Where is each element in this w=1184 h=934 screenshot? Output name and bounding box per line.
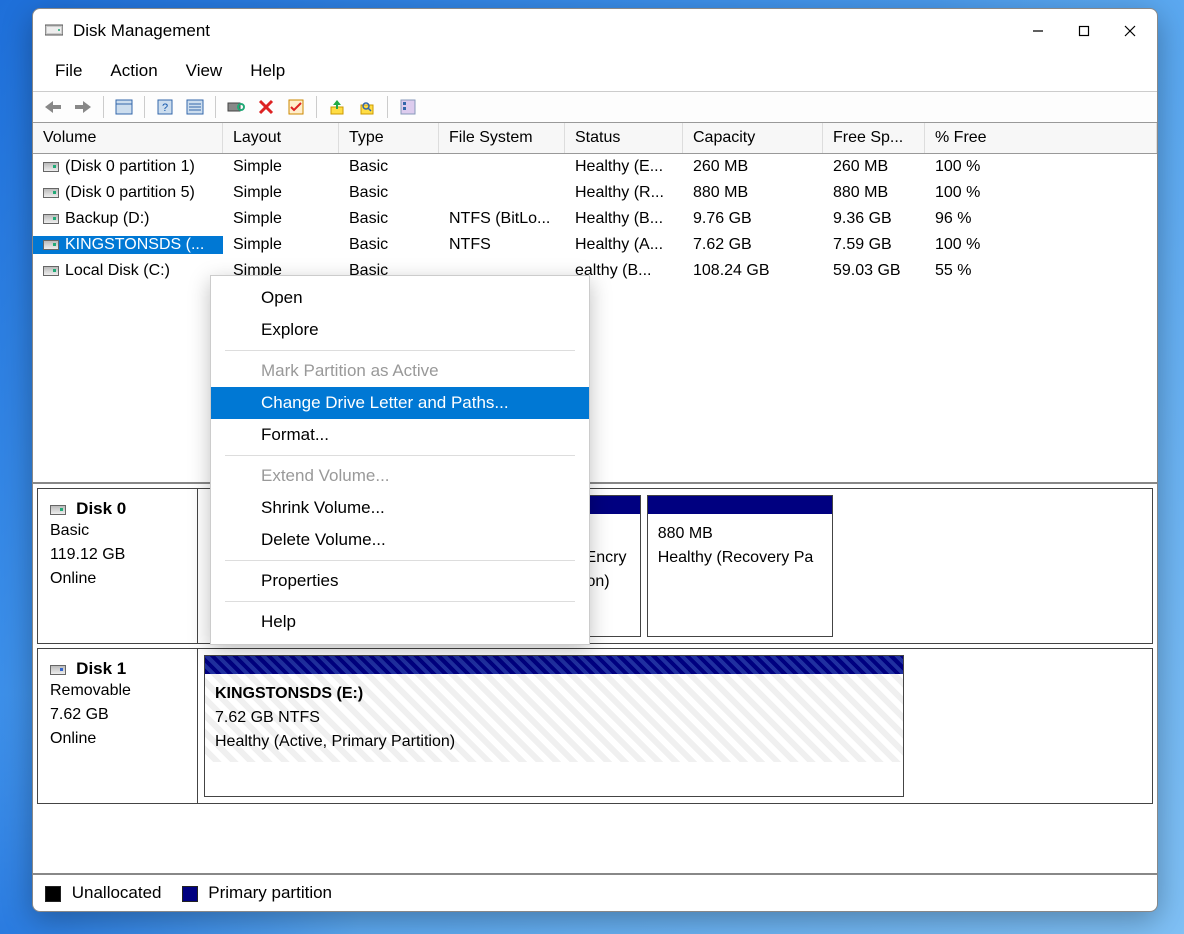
legend-primary: Primary partition bbox=[208, 883, 332, 902]
disk-1-state: Online bbox=[50, 727, 185, 751]
legend-unallocated-swatch bbox=[45, 886, 61, 902]
disk-0-size: 119.12 GB bbox=[50, 543, 185, 567]
col-pctfree[interactable]: % Free bbox=[925, 123, 1157, 153]
toolbar: ? bbox=[33, 91, 1157, 123]
help-icon[interactable]: ? bbox=[151, 94, 179, 120]
col-status[interactable]: Status bbox=[565, 123, 683, 153]
disk-1-row[interactable]: Disk 1 Removable 7.62 GB Online KINGSTON… bbox=[37, 648, 1153, 804]
close-button[interactable] bbox=[1107, 14, 1153, 48]
options-icon[interactable] bbox=[394, 94, 422, 120]
disk1-partition-kingston[interactable]: KINGSTONSDS (E:) 7.62 GB NTFS Healthy (A… bbox=[204, 655, 904, 797]
disk-0-name: Disk 0 bbox=[76, 499, 126, 518]
app-icon bbox=[45, 23, 63, 39]
kingston-title: KINGSTONSDS (E:) bbox=[215, 685, 363, 702]
menu-file[interactable]: File bbox=[41, 57, 96, 85]
volume-row[interactable]: (Disk 0 partition 1)SimpleBasicHealthy (… bbox=[33, 154, 1157, 180]
upload-icon[interactable] bbox=[323, 94, 351, 120]
ctx-mark-active: Mark Partition as Active bbox=[211, 355, 589, 387]
legend: Unallocated Primary partition bbox=[33, 873, 1157, 911]
col-free[interactable]: Free Sp... bbox=[823, 123, 925, 153]
legend-unallocated: Unallocated bbox=[72, 883, 162, 902]
ctx-change-drive-letter[interactable]: Change Drive Letter and Paths... bbox=[211, 387, 589, 419]
disk-0-row[interactable]: Disk 0 Basic 119.12 GB Online ncrypted) … bbox=[37, 488, 1153, 644]
disk-graphic-pane: Disk 0 Basic 119.12 GB Online ncrypted) … bbox=[33, 484, 1157, 873]
refresh-icon[interactable] bbox=[222, 94, 250, 120]
search-icon[interactable] bbox=[353, 94, 381, 120]
back-button[interactable] bbox=[39, 94, 67, 120]
ctx-help[interactable]: Help bbox=[211, 606, 589, 638]
disk-0-state: Online bbox=[50, 567, 185, 591]
disk-1-info: Disk 1 Removable 7.62 GB Online bbox=[38, 649, 198, 803]
svg-text:?: ? bbox=[162, 102, 168, 114]
minimize-button[interactable] bbox=[1015, 14, 1061, 48]
ctx-explore[interactable]: Explore bbox=[211, 314, 589, 346]
ctx-properties[interactable]: Properties bbox=[211, 565, 589, 597]
legend-primary-swatch bbox=[182, 886, 198, 902]
forward-button[interactable] bbox=[69, 94, 97, 120]
col-type[interactable]: Type bbox=[339, 123, 439, 153]
ctx-format[interactable]: Format... bbox=[211, 419, 589, 451]
ctx-shrink[interactable]: Shrink Volume... bbox=[211, 492, 589, 524]
list-icon[interactable] bbox=[181, 94, 209, 120]
menu-action[interactable]: Action bbox=[96, 57, 171, 85]
disk-0-type: Basic bbox=[50, 519, 185, 543]
disk-1-size: 7.62 GB bbox=[50, 703, 185, 727]
disk-0-info: Disk 0 Basic 119.12 GB Online bbox=[38, 489, 198, 643]
titlebar: Disk Management bbox=[33, 9, 1157, 53]
ctx-delete[interactable]: Delete Volume... bbox=[211, 524, 589, 556]
window-title: Disk Management bbox=[73, 21, 1015, 41]
menu-help[interactable]: Help bbox=[236, 57, 299, 85]
disk-management-window: Disk Management File Action View Help ? … bbox=[32, 8, 1158, 912]
disk-icon bbox=[50, 505, 66, 515]
col-capacity[interactable]: Capacity bbox=[683, 123, 823, 153]
volume-row[interactable]: KINGSTONSDS (...SimpleBasicNTFSHealthy (… bbox=[33, 232, 1157, 258]
volume-list-header: Volume Layout Type File System Status Ca… bbox=[33, 123, 1157, 154]
ctx-open[interactable]: Open bbox=[211, 282, 589, 314]
disk-1-type: Removable bbox=[50, 679, 185, 703]
disk0-partition-recovery[interactable]: 880 MB Healthy (Recovery Pa bbox=[647, 495, 833, 637]
col-filesystem[interactable]: File System bbox=[439, 123, 565, 153]
properties-icon[interactable] bbox=[110, 94, 138, 120]
menu-view[interactable]: View bbox=[172, 57, 237, 85]
check-icon[interactable] bbox=[282, 94, 310, 120]
disk-icon bbox=[50, 665, 66, 675]
delete-icon[interactable] bbox=[252, 94, 280, 120]
col-volume[interactable]: Volume bbox=[33, 123, 223, 153]
ctx-extend: Extend Volume... bbox=[211, 460, 589, 492]
maximize-button[interactable] bbox=[1061, 14, 1107, 48]
volume-list: (Disk 0 partition 1)SimpleBasicHealthy (… bbox=[33, 154, 1157, 484]
disk-1-name: Disk 1 bbox=[76, 659, 126, 678]
menubar: File Action View Help bbox=[33, 53, 1157, 91]
context-menu: Open Explore Mark Partition as Active Ch… bbox=[210, 275, 590, 645]
volume-row[interactable]: Backup (D:)SimpleBasicNTFS (BitLo...Heal… bbox=[33, 206, 1157, 232]
volume-row[interactable]: (Disk 0 partition 5)SimpleBasicHealthy (… bbox=[33, 180, 1157, 206]
col-layout[interactable]: Layout bbox=[223, 123, 339, 153]
volume-row[interactable]: Local Disk (C:)SimpleBasicealthy (B...10… bbox=[33, 258, 1157, 284]
